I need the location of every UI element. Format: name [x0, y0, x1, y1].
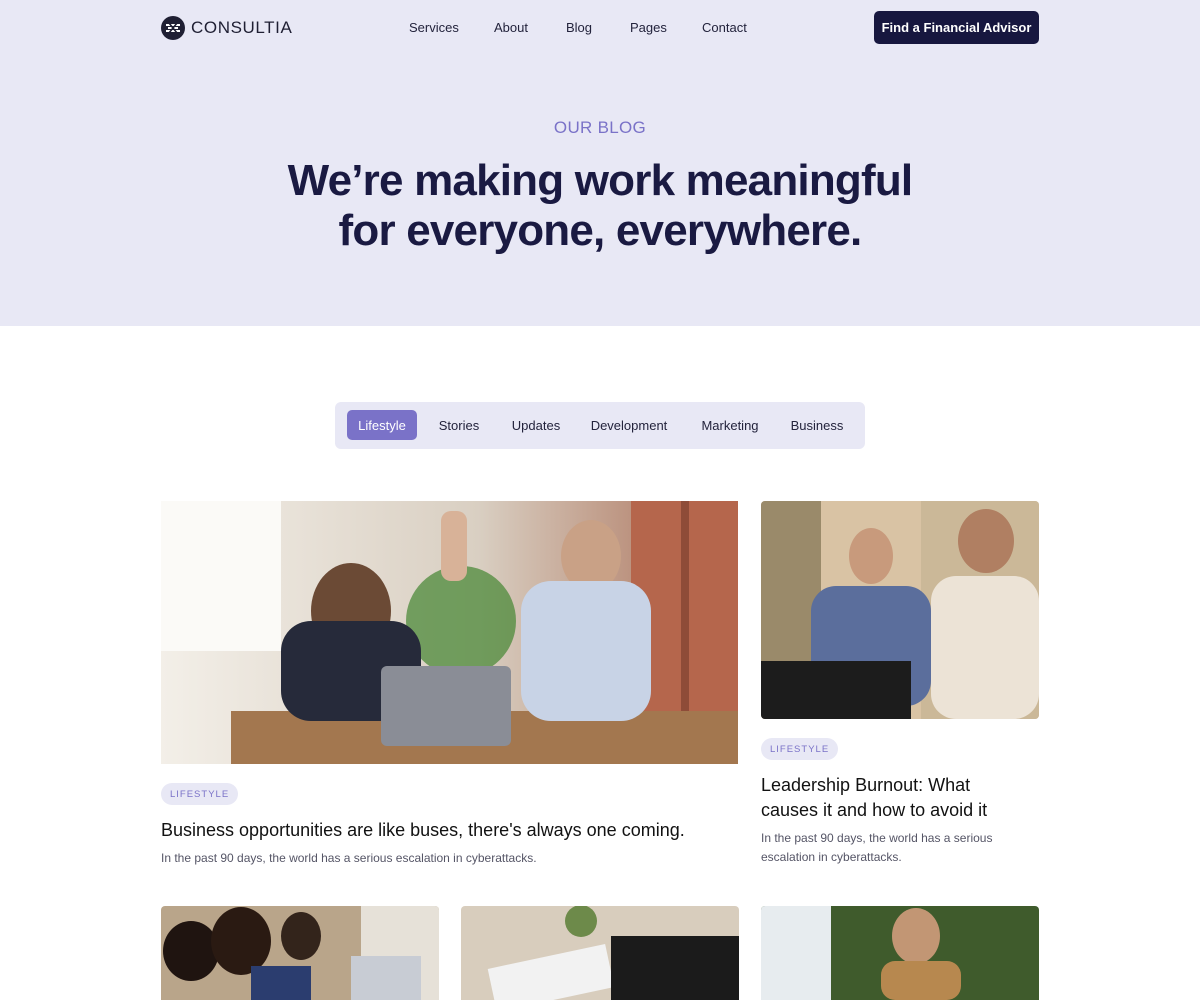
nav-link-contact[interactable]: Contact: [702, 20, 747, 35]
top-navigation: CONSULTIA Services About Blog Pages Cont…: [0, 0, 1200, 56]
page-title-line-2: for everyone, everywhere.: [338, 206, 863, 255]
tab-marketing[interactable]: Marketing: [693, 410, 767, 440]
post-excerpt-line-1: In the past 90 days, the world has a ser…: [761, 831, 993, 845]
nav-link-blog[interactable]: Blog: [566, 20, 592, 35]
section-eyebrow: OUR BLOG: [553, 118, 647, 137]
tab-stories[interactable]: Stories: [431, 410, 487, 440]
two-men-meeting-photo[interactable]: [761, 501, 1039, 719]
category-badge[interactable]: LIFESTYLE: [161, 783, 239, 805]
documents-desk-photo[interactable]: [461, 906, 739, 1000]
post-title-line-2: causes it and how to avoid it: [761, 800, 988, 820]
category-badge[interactable]: LIFESTYLE: [761, 738, 839, 760]
tab-development[interactable]: Development: [587, 410, 671, 440]
page-title-line-1: We’re making work meaningful: [287, 156, 914, 205]
category-tabs: Lifestyle Stories Updates Development Ma…: [335, 402, 865, 449]
man-laptop-plants-photo[interactable]: [761, 906, 1039, 1000]
find-financial-advisor-button[interactable]: Find a Financial Advisor: [874, 11, 1039, 44]
nav-link-about[interactable]: About: [494, 20, 528, 35]
post-title[interactable]: Leadership Burnout: What causes it and h…: [761, 773, 1039, 823]
team-working-photo[interactable]: [161, 906, 439, 1000]
post-title-line-1: Leadership Burnout: What: [761, 775, 971, 795]
tab-updates[interactable]: Updates: [505, 410, 567, 440]
post-excerpt-line-2: escalation in cyberattacks.: [761, 850, 902, 864]
tab-business[interactable]: Business: [785, 410, 849, 440]
post-excerpt: In the past 90 days, the world has a ser…: [161, 851, 537, 865]
tab-lifestyle[interactable]: Lifestyle: [347, 410, 417, 440]
office-high-five-photo[interactable]: [161, 501, 738, 764]
post-excerpt: In the past 90 days, the world has a ser…: [761, 829, 1039, 867]
nav-link-pages[interactable]: Pages: [630, 20, 667, 35]
hero-section: CONSULTIA Services About Blog Pages Cont…: [0, 0, 1200, 326]
post-title[interactable]: Business opportunities are like buses, t…: [161, 818, 738, 843]
nav-link-services[interactable]: Services: [409, 20, 459, 35]
page-title: We’re making work meaningful for everyon…: [0, 156, 1200, 256]
